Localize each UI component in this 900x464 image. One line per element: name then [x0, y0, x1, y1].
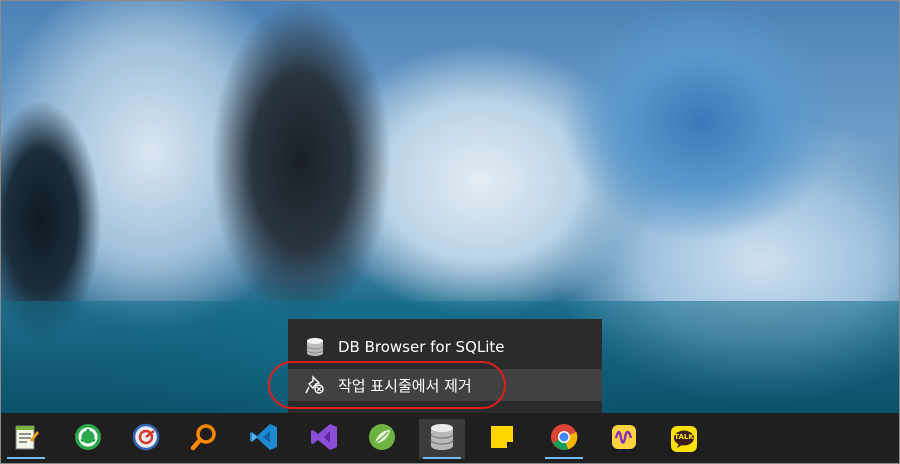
taskbar-screenshot-app[interactable] — [123, 419, 169, 459]
running-indicator — [545, 457, 583, 459]
vscode-icon — [249, 422, 279, 456]
taskbar-db-browser[interactable] — [419, 419, 465, 459]
taskbar-visual-studio[interactable] — [301, 419, 347, 459]
db-browser-sqlite-icon — [429, 422, 455, 456]
audio-wave-app-icon — [610, 423, 638, 455]
sticky-notes-icon — [488, 423, 516, 455]
taskbar-recycle-app[interactable] — [65, 419, 111, 459]
taskbar-spring-tool[interactable] — [359, 419, 405, 459]
database-icon — [302, 336, 328, 358]
screenshot-frame: DB Browser for SQLite 작업 표시줄에서 제거 TALK — [0, 0, 900, 464]
screenshot-app-icon — [131, 422, 161, 456]
taskbar-kakaotalk[interactable]: TALK — [661, 419, 707, 459]
kakaotalk-icon: TALK — [670, 425, 698, 453]
menu-item-open-app[interactable]: DB Browser for SQLite — [288, 331, 602, 363]
taskbar-chrome[interactable] — [541, 419, 587, 459]
notepad-plus-icon — [13, 423, 39, 455]
running-indicator — [423, 457, 461, 459]
highlight-circle — [268, 361, 506, 409]
menu-item-open-app-label: DB Browser for SQLite — [338, 338, 505, 356]
recycle-app-icon — [73, 422, 103, 456]
taskbar-audio-app[interactable] — [601, 419, 647, 459]
taskbar-notepad[interactable] — [3, 419, 49, 459]
taskbar-sticky-notes[interactable] — [479, 419, 525, 459]
taskbar: TALK — [1, 413, 899, 463]
taskbar-search-app[interactable] — [181, 419, 227, 459]
search-magnifier-icon — [189, 422, 219, 456]
taskbar-vscode[interactable] — [241, 419, 287, 459]
visual-studio-icon — [309, 422, 339, 456]
spring-tool-icon — [367, 422, 397, 456]
chrome-icon — [549, 422, 579, 456]
kakaotalk-label: TALK — [674, 433, 694, 441]
running-indicator — [7, 457, 45, 459]
